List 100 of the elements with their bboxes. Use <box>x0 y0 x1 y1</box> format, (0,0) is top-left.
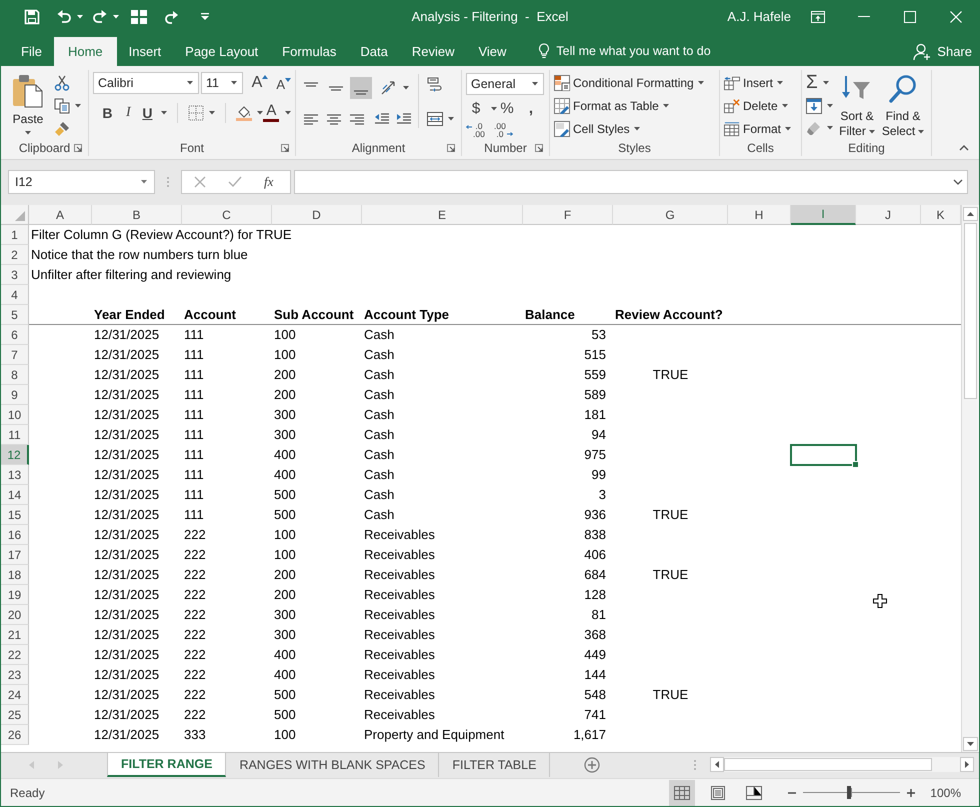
merge-center-icon[interactable] <box>427 111 443 127</box>
ribbon-display-icon[interactable] <box>811 10 825 22</box>
column-header[interactable]: H <box>728 205 791 225</box>
scroll-left-icon[interactable] <box>710 757 724 772</box>
row-header[interactable]: 20 <box>1 605 29 625</box>
row-header[interactable]: 10 <box>1 405 29 425</box>
row-header[interactable]: 18 <box>1 565 29 585</box>
ribbon-tab[interactable]: File <box>9 37 54 66</box>
splitter-dots-icon[interactable] <box>694 760 696 770</box>
expand-icon[interactable] <box>953 179 963 185</box>
font-color-button[interactable]: A <box>262 104 280 122</box>
fill-color-icon[interactable] <box>236 105 252 121</box>
sheet-tab[interactable]: FILTER RANGE <box>107 753 226 777</box>
scroll-right-icon[interactable] <box>960 757 974 772</box>
row-header[interactable]: 17 <box>1 545 29 565</box>
comma-button[interactable]: , <box>521 100 541 117</box>
caret-icon[interactable] <box>403 86 409 90</box>
column-header[interactable]: K <box>921 205 961 225</box>
row-header[interactable]: 11 <box>1 425 29 445</box>
zoom-slider-thumb[interactable] <box>846 786 851 799</box>
font-name-field[interactable]: Calibri <box>93 72 199 94</box>
caret-icon[interactable] <box>827 104 833 108</box>
row-header[interactable]: 6 <box>1 325 29 345</box>
shrink-font-button[interactable]: A <box>276 74 291 92</box>
scrollbar-thumb[interactable] <box>964 223 976 399</box>
dialog-launcher-icon[interactable] <box>281 144 289 152</box>
user-name[interactable]: A.J. Hafele <box>727 9 791 24</box>
number-format-dropdown[interactable]: General <box>466 73 544 95</box>
vertical-align-button[interactable] <box>350 77 372 99</box>
find-select-button[interactable]: Find & Select <box>881 72 925 139</box>
ribbon-tab[interactable]: View <box>466 37 518 66</box>
scroll-up-icon[interactable] <box>962 207 978 221</box>
row-header[interactable]: 9 <box>1 385 29 405</box>
caret-icon[interactable] <box>491 106 497 110</box>
row-header[interactable]: 3 <box>1 265 29 285</box>
zoom-slider[interactable] <box>803 786 900 799</box>
close-icon[interactable] <box>950 10 962 22</box>
wrap-text-icon[interactable] <box>427 77 443 93</box>
dialog-launcher-icon[interactable] <box>74 144 82 152</box>
ribbon-tab[interactable]: Page Layout <box>173 37 270 66</box>
caret-icon[interactable] <box>230 81 237 85</box>
ribbon-tab[interactable]: Insert <box>116 37 174 66</box>
italic-button[interactable]: I <box>118 105 139 121</box>
minimize-icon[interactable] <box>858 16 870 18</box>
cells-menu-button[interactable]: Delete <box>724 96 797 116</box>
tell-me-field[interactable]: Tell me what you want to do <box>554 40 728 62</box>
row-header[interactable]: 8 <box>1 365 29 385</box>
sheet-tab[interactable]: FILTER TABLE <box>439 753 550 777</box>
row-header[interactable]: 2 <box>1 245 29 265</box>
ribbon-tab[interactable]: Data <box>348 37 400 66</box>
ribbon-tab[interactable]: Formulas <box>270 37 348 66</box>
horizontal-scrollbar[interactable] <box>710 757 974 772</box>
dialog-launcher-icon[interactable] <box>447 144 455 152</box>
caret-icon[interactable] <box>822 81 829 85</box>
row-header[interactable]: 15 <box>1 505 29 525</box>
dialog-launcher-icon[interactable] <box>535 144 543 152</box>
add-sheet-icon[interactable] <box>584 757 600 773</box>
row-header[interactable]: 22 <box>1 645 29 665</box>
redo-icon[interactable] <box>92 8 108 24</box>
save-icon[interactable] <box>24 8 40 24</box>
row-header[interactable]: 5 <box>1 305 29 325</box>
row-header[interactable]: 12 <box>1 445 29 465</box>
column-header[interactable]: I <box>791 205 856 225</box>
formula-input[interactable] <box>294 170 968 194</box>
cells-menu-button[interactable]: Format <box>724 119 797 139</box>
scrollbar-thumb[interactable] <box>724 758 932 771</box>
name-box[interactable]: I12 <box>8 170 155 194</box>
collapse-ribbon-icon[interactable] <box>959 145 969 151</box>
styles-menu-button[interactable]: Format as Table <box>554 96 715 116</box>
copy-icon[interactable] <box>54 98 70 114</box>
cut-icon[interactable] <box>54 75 70 91</box>
row-header[interactable]: 14 <box>1 485 29 505</box>
row-header[interactable]: 13 <box>1 465 29 485</box>
caret-icon[interactable] <box>77 14 83 18</box>
caret-icon[interactable] <box>208 111 215 115</box>
currency-button[interactable]: $ <box>466 100 486 117</box>
zoom-in-icon[interactable] <box>906 788 916 798</box>
caret-icon[interactable] <box>827 126 833 130</box>
autosum-button[interactable]: Σ <box>806 74 818 92</box>
scroll-down-icon[interactable] <box>962 737 978 751</box>
sort-filter-button[interactable]: Sort & Filter <box>835 72 879 139</box>
active-cell[interactable] <box>790 444 857 466</box>
row-header[interactable]: 25 <box>1 705 29 725</box>
undo-icon[interactable] <box>56 8 72 24</box>
column-header[interactable]: F <box>523 205 613 225</box>
borders-icon[interactable] <box>188 105 204 121</box>
column-header[interactable]: D <box>272 205 362 225</box>
row-header[interactable]: 16 <box>1 525 29 545</box>
column-header[interactable]: C <box>182 205 272 225</box>
caret-icon[interactable] <box>186 81 193 85</box>
grid-icon[interactable] <box>131 8 147 24</box>
row-header[interactable]: 21 <box>1 625 29 645</box>
column-header[interactable]: G <box>613 205 728 225</box>
checkmark-icon[interactable] <box>228 176 242 188</box>
grow-font-button[interactable]: A <box>250 74 270 92</box>
orientation-icon[interactable] <box>380 80 396 96</box>
customize-icon[interactable] <box>201 13 209 20</box>
caret-icon[interactable] <box>113 14 119 18</box>
column-header[interactable]: A <box>29 205 92 225</box>
format-painter-icon[interactable] <box>54 121 70 137</box>
